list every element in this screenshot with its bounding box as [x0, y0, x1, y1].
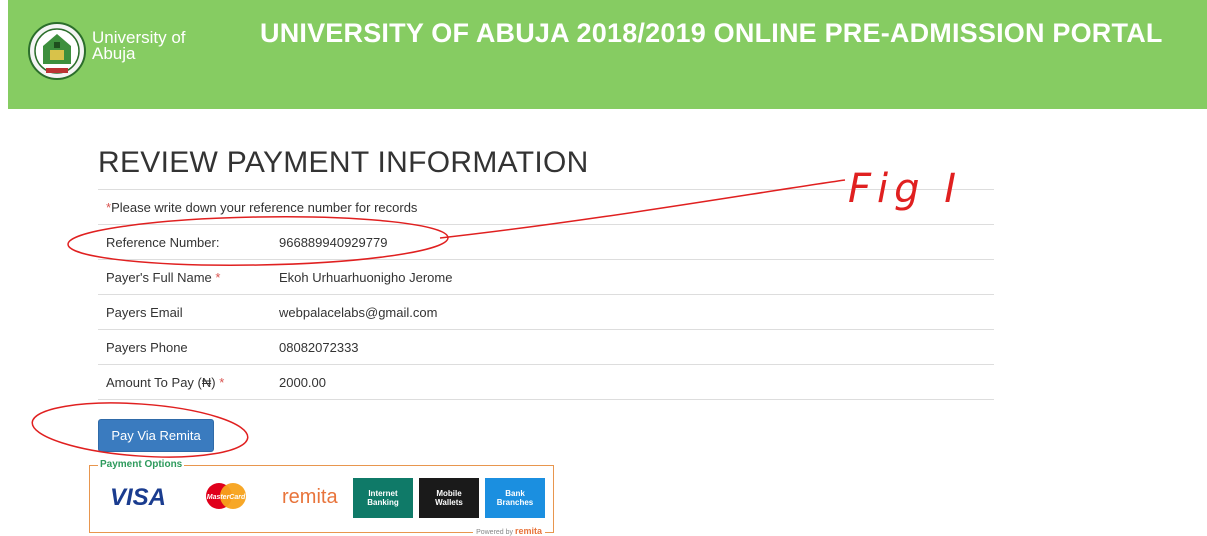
table-row: Reference Number: 966889940929779	[98, 224, 994, 260]
internet-banking-label: Internet Banking	[367, 489, 399, 507]
mobile-wallets-label: Mobile Wallets	[435, 489, 463, 507]
logo-text: University of Abuja	[92, 29, 186, 63]
bank-branches-tile: Bank Branches	[485, 478, 545, 518]
table-row: Payers Email webpalacelabs@gmail.com	[98, 294, 994, 330]
reference-number-value: 966889940929779	[271, 224, 994, 260]
table-row: *Please write down your reference number…	[98, 189, 994, 225]
visa-logo: VISA	[110, 484, 167, 511]
mobile-wallets-tile: Mobile Wallets	[419, 478, 479, 518]
mastercard-logo-icon: MasterCard	[206, 483, 246, 509]
university-crest-icon	[28, 22, 86, 80]
field-label: Amount To Pay (₦) *	[98, 364, 271, 400]
payment-options-title: Payment Options	[98, 459, 185, 470]
powered-brand: remita	[514, 526, 542, 536]
email-label: Payers Email	[106, 304, 183, 320]
field-label: Payer's Full Name *	[98, 259, 271, 295]
phone-label: Payers Phone	[106, 339, 188, 355]
reference-label: Reference Number:	[106, 234, 220, 250]
mastercard-text: MasterCard	[207, 494, 246, 501]
internet-banking-tile: Internet Banking	[353, 478, 413, 518]
payment-info-table: * Please write down your reference number…	[98, 189, 994, 400]
email-value: webpalacelabs@gmail.com	[271, 294, 994, 330]
full-name-value: Ekoh Urhuarhuonigho Jerome	[271, 259, 994, 295]
amount-value: 2000.00	[271, 364, 994, 400]
note-text: Please write down your reference number …	[111, 199, 418, 215]
payment-options-banner: Payment Options VISA MasterCard remita I…	[89, 459, 554, 536]
amount-label: Amount To Pay (₦)	[106, 374, 216, 390]
logo-text-line2: Abuja	[92, 44, 136, 63]
field-label: Reference Number:	[98, 224, 271, 260]
full-name-label: Payer's Full Name	[106, 269, 212, 285]
required-marker: *	[219, 374, 225, 390]
field-label: Payers Phone	[98, 329, 271, 365]
powered-by-remita: Powered by remita	[473, 526, 545, 536]
table-row: Amount To Pay (₦) * 2000.00	[98, 364, 994, 400]
required-marker: *	[215, 269, 221, 285]
bank-branches-label: Bank Branches	[496, 489, 534, 507]
table-row: Payers Phone 08082072333	[98, 329, 994, 365]
pay-via-remita-button[interactable]: Pay Via Remita	[98, 419, 214, 452]
portal-title: UNIVERSITY OF ABUJA 2018/2019 ONLINE PRE…	[260, 18, 1163, 48]
records-note: *Please write down your reference number…	[98, 189, 994, 225]
header-bar: University of Abuja UNIVERSITY OF ABUJA …	[8, 0, 1207, 109]
remita-logo: remita	[282, 486, 338, 508]
phone-value: 08082072333	[271, 329, 994, 365]
field-label: Payers Email	[98, 294, 271, 330]
page-title: REVIEW PAYMENT INFORMATION	[98, 146, 589, 179]
table-row: Payer's Full Name * Ekoh Urhuarhuonigho …	[98, 259, 994, 295]
